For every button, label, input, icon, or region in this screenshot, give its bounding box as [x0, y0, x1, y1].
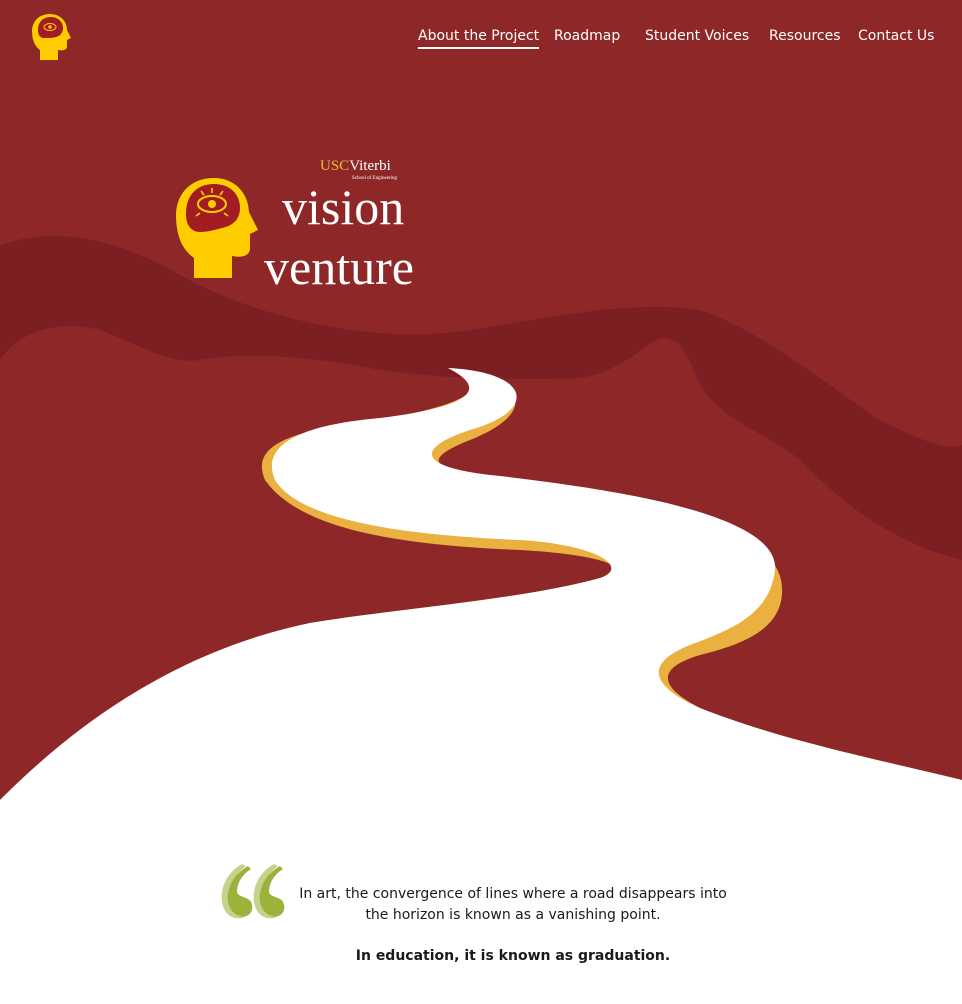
brand-lockup: USCViterbi School of Engineering vision …: [170, 150, 470, 310]
nav-link-student-voices[interactable]: Student Voices: [645, 28, 749, 44]
vision-venture-head-logo: [176, 178, 258, 278]
nav-link-resources[interactable]: Resources: [769, 28, 841, 44]
brand-word-vision: vision: [282, 179, 405, 235]
usc-wordmark: USC: [320, 158, 350, 174]
head-with-eye-icon[interactable]: [30, 12, 74, 62]
nav-link-roadmap[interactable]: Roadmap: [554, 28, 620, 44]
top-navigation: About the Project Roadmap Student Voices…: [0, 0, 962, 80]
quote-emphasis-text: In education, it is known as graduation.: [355, 948, 671, 964]
hero-illustration: [0, 0, 962, 1004]
viterbi-wordmark: Viterbi: [349, 158, 391, 174]
nav-link-about-the-project[interactable]: About the Project: [418, 28, 540, 49]
nav-link-contact-us[interactable]: Contact Us: [858, 28, 934, 44]
quote-block: In art, the convergence of lines where a…: [218, 862, 758, 982]
usc-viterbi-logo: USCViterbi: [320, 158, 391, 175]
quote-text-line-1: In art, the convergence of lines where a…: [299, 886, 727, 902]
quote-text-line-2: the horizon is known as a vanishing poin…: [365, 907, 661, 923]
quotation-mark-icon: [221, 864, 285, 919]
brand-word-venture: venture: [264, 239, 414, 295]
